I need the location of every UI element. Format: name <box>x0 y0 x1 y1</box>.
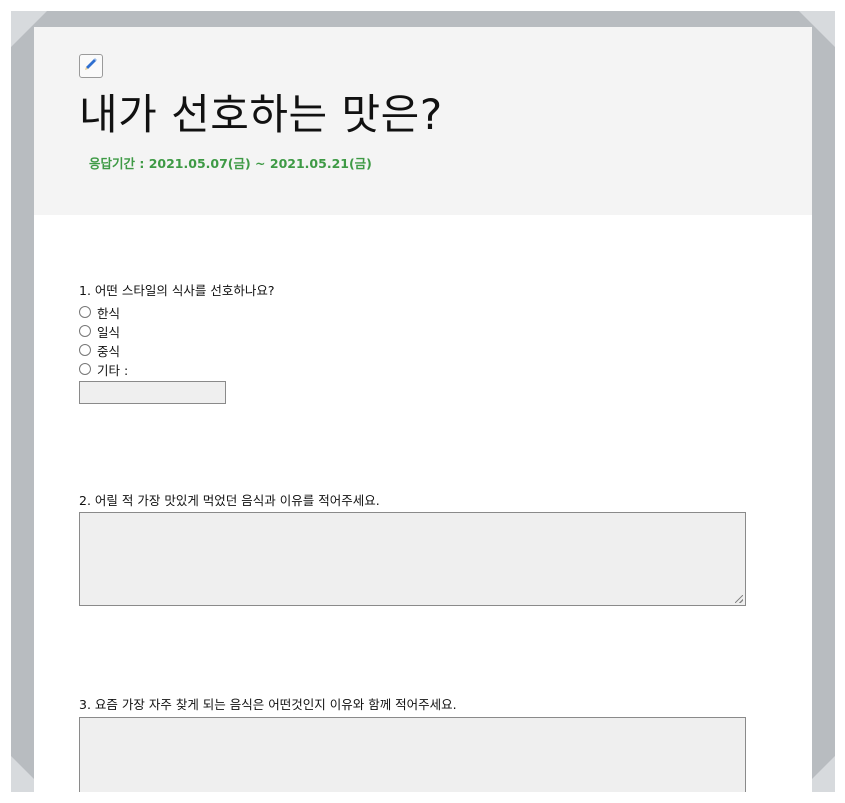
option-other[interactable]: 기타 : <box>79 360 128 378</box>
option-label: 일식 <box>97 324 121 340</box>
option-label: 기타 : <box>97 362 129 378</box>
page-frame: 내가 선호하는 맛은? 응답기간 : 2021.05.07(금) ~ 2021.… <box>11 11 835 792</box>
other-text-input[interactable] <box>79 381 226 404</box>
option-japanese[interactable]: 일식 <box>79 322 120 340</box>
response-period: 응답기간 : 2021.05.07(금) ~ 2021.05.21(금) <box>89 156 372 171</box>
radio-button[interactable] <box>79 363 91 375</box>
resize-grip-icon[interactable] <box>735 595 743 603</box>
option-label: 중식 <box>97 343 121 359</box>
form-header: 내가 선호하는 맛은? 응답기간 : 2021.05.07(금) ~ 2021.… <box>34 27 812 215</box>
pencil-icon <box>83 56 99 76</box>
option-label: 한식 <box>97 305 121 321</box>
radio-button[interactable] <box>79 344 91 356</box>
question-2-label: 2. 어릴 적 가장 맛있게 먹었던 음식과 이유를 적어주세요. <box>79 493 380 508</box>
radio-button[interactable] <box>79 325 91 337</box>
question-2-answer-textarea[interactable] <box>79 512 746 606</box>
question-3-answer-textarea[interactable] <box>79 717 746 792</box>
form-paper: 내가 선호하는 맛은? 응답기간 : 2021.05.07(금) ~ 2021.… <box>34 27 812 792</box>
question-1-label: 1. 어떤 스타일의 식사를 선호하나요? <box>79 283 275 298</box>
edit-button[interactable] <box>79 54 103 78</box>
option-korean[interactable]: 한식 <box>79 303 120 321</box>
question-3-label: 3. 요즘 가장 자주 찾게 되는 음식은 어떤것인지 이유와 함께 적어주세요… <box>79 697 457 712</box>
radio-button[interactable] <box>79 306 91 318</box>
form-title: 내가 선호하는 맛은? <box>79 90 443 139</box>
option-chinese[interactable]: 중식 <box>79 341 120 359</box>
